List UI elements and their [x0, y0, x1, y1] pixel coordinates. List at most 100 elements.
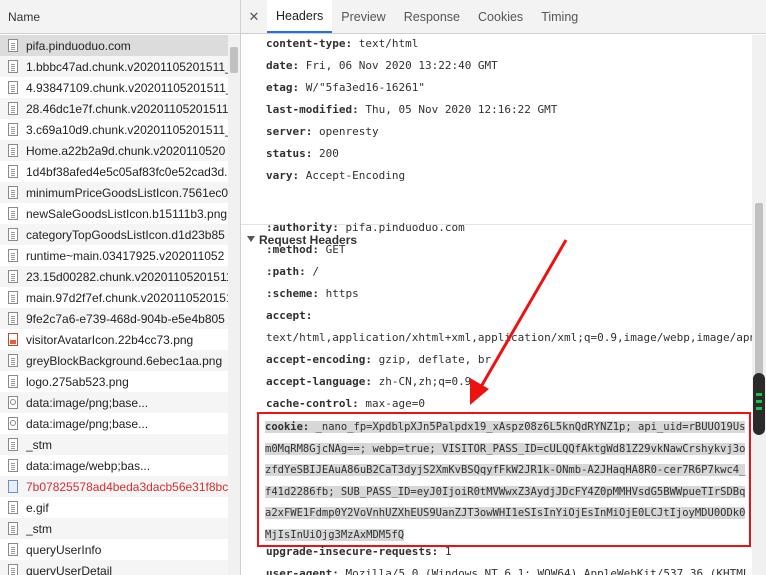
- request-list-scroll-thumb[interactable]: [230, 47, 238, 73]
- request-row[interactable]: _stm: [0, 518, 228, 539]
- request-name: 1.bbbc47ad.chunk.v20201105201511_: [26, 59, 228, 74]
- request-row[interactable]: 1.bbbc47ad.chunk.v20201105201511_: [0, 56, 228, 77]
- document-icon: [8, 228, 18, 241]
- tab-headers[interactable]: Headers: [267, 0, 333, 33]
- document-icon: [8, 522, 18, 535]
- request-header-row: :authority: pifa.pinduoduo.com: [266, 221, 465, 234]
- request-row[interactable]: 7b07825578ad4beda3dacb56e31f8bc: [0, 476, 228, 497]
- response-header-row: vary: Accept-Encoding: [266, 169, 405, 182]
- request-header-row: accept-language: zh-CN,zh;q=0.9: [266, 375, 471, 388]
- request-row[interactable]: queryUserInfo: [0, 539, 228, 560]
- request-row[interactable]: 4.93847109.chunk.v20201105201511_: [0, 77, 228, 98]
- request-row[interactable]: visitorAvatarIcon.22b4cc73.png: [0, 329, 228, 350]
- request-name: logo.275ab523.png: [26, 374, 129, 389]
- request-header-row: accept-encoding: gzip, deflate, br: [266, 353, 491, 366]
- document-icon: [8, 144, 18, 157]
- request-header-row: upgrade-insecure-requests: 1: [266, 545, 451, 558]
- name-header-label: Name: [8, 9, 41, 24]
- request-header-row: cache-control: max-age=0: [266, 397, 425, 410]
- header-key: accept-language:: [266, 375, 372, 388]
- document-icon: [8, 249, 18, 262]
- request-name: 1d4bf38afed4e5c05af83fc0e52cad3d.: [26, 164, 228, 179]
- tab-cookies[interactable]: Cookies: [469, 0, 532, 33]
- request-row[interactable]: 9fe2c7a6-e739-468d-904b-e5e4b805: [0, 308, 228, 329]
- header-key: accept-encoding:: [266, 353, 372, 366]
- header-key: upgrade-insecure-requests:: [266, 545, 439, 558]
- request-name: data:image/webp;bas...: [26, 458, 151, 473]
- image-icon: [8, 396, 18, 409]
- request-row[interactable]: minimumPriceGoodsListIcon.7561ec0: [0, 182, 228, 203]
- document-icon: [8, 543, 18, 556]
- request-name: queryUserDetail: [26, 563, 113, 575]
- header-value: zh-CN,zh;q=0.9: [378, 375, 472, 388]
- request-name: pifa.pinduoduo.com: [26, 38, 131, 53]
- document-icon: [8, 291, 18, 304]
- indicator-bar: [756, 393, 762, 396]
- document-icon: [8, 60, 18, 73]
- header-key: accept:: [266, 309, 313, 322]
- request-name: greyBlockBackground.6ebec1aa.png: [26, 353, 223, 368]
- request-row[interactable]: e.gif: [0, 497, 228, 518]
- request-row[interactable]: categoryTopGoodsListIcon.d1d23b85: [0, 224, 228, 245]
- document-icon: [8, 186, 18, 199]
- request-row[interactable]: logo.275ab523.png: [0, 371, 228, 392]
- request-row[interactable]: queryUserDetail: [0, 560, 228, 575]
- request-list: pifa.pinduoduo.com 1.bbbc47ad.chunk.v2020…: [0, 35, 228, 575]
- response-header-row: content-type: text/html: [266, 37, 418, 50]
- document-icon: [8, 165, 18, 178]
- response-header-row: status: 200: [266, 147, 339, 160]
- request-row[interactable]: _stm: [0, 434, 228, 455]
- request-row[interactable]: greyBlockBackground.6ebec1aa.png: [0, 350, 228, 371]
- request-name: 28.46dc1e7f.chunk.v20201105201511: [26, 101, 228, 116]
- header-key: date:: [266, 59, 300, 72]
- request-name: visitorAvatarIcon.22b4cc73.png: [26, 332, 194, 347]
- document-icon: [8, 459, 18, 472]
- request-list-scrollbar[interactable]: [228, 35, 240, 575]
- request-row[interactable]: runtime~main.03417925.v202011052: [0, 245, 228, 266]
- request-row[interactable]: pifa.pinduoduo.com: [0, 35, 228, 56]
- cookie-header-row[interactable]: cookie: _nano_fp=XpdblpXJn5Palpdx19_xAsp…: [265, 417, 747, 546]
- tab-response[interactable]: Response: [395, 0, 469, 33]
- document-icon: [8, 501, 18, 514]
- request-row[interactable]: data:image/webp;bas...: [0, 455, 228, 476]
- header-value: 200: [318, 147, 339, 160]
- request-header-row: user-agent: Mozilla/5.0 (Windows NT 6.1;…: [266, 567, 749, 575]
- request-name: _stm: [26, 521, 53, 536]
- request-row[interactable]: 1d4bf38afed4e5c05af83fc0e52cad3d.: [0, 161, 228, 182]
- request-row[interactable]: 3.c69a10d9.chunk.v20201105201511_: [0, 119, 228, 140]
- response-header-row: etag: W/"5fa3ed16-16261": [266, 81, 425, 94]
- header-key: :method:: [266, 243, 319, 256]
- request-name: 23.15d00282.chunk.v20201105201511: [26, 269, 228, 284]
- header-value: GET: [325, 243, 346, 256]
- document-icon: [8, 564, 18, 575]
- image-icon: [8, 480, 18, 493]
- header-key: etag:: [266, 81, 300, 94]
- request-row[interactable]: 23.15d00282.chunk.v20201105201511: [0, 266, 228, 287]
- header-value: text/html: [358, 37, 419, 50]
- close-icon[interactable]: ✕: [241, 0, 267, 33]
- header-key: :scheme:: [266, 287, 319, 300]
- details-scrollbar[interactable]: [752, 35, 766, 575]
- header-value: gzip, deflate, br: [378, 353, 492, 366]
- request-row[interactable]: main.97d2f7ef.chunk.v2020110520151: [0, 287, 228, 308]
- request-row[interactable]: newSaleGoodsListIcon.b15111b3.png: [0, 203, 228, 224]
- document-icon: [8, 123, 18, 136]
- request-row[interactable]: data:image/png;base...: [0, 392, 228, 413]
- name-column-header[interactable]: Name: [0, 0, 240, 34]
- request-row[interactable]: Home.a22b2a9d.chunk.v2020110520: [0, 140, 228, 161]
- document-icon: [8, 207, 18, 220]
- tab-preview[interactable]: Preview: [332, 0, 394, 33]
- header-key: :path:: [266, 265, 306, 278]
- header-value: https: [325, 287, 359, 300]
- request-header-row: :method: GET: [266, 243, 345, 256]
- document-icon: [8, 39, 18, 52]
- header-key: :authority:: [266, 221, 339, 234]
- request-row[interactable]: 28.46dc1e7f.chunk.v20201105201511: [0, 98, 228, 119]
- request-header-row: :scheme: https: [266, 287, 359, 300]
- document-icon: [8, 312, 18, 325]
- headers-content: content-type: text/html date: Fri, 06 No…: [241, 35, 766, 575]
- document-icon: [8, 81, 18, 94]
- request-row[interactable]: data:image/png;base...: [0, 413, 228, 434]
- header-value: Fri, 06 Nov 2020 13:22:40 GMT: [305, 59, 498, 72]
- tab-timing[interactable]: Timing: [532, 0, 587, 33]
